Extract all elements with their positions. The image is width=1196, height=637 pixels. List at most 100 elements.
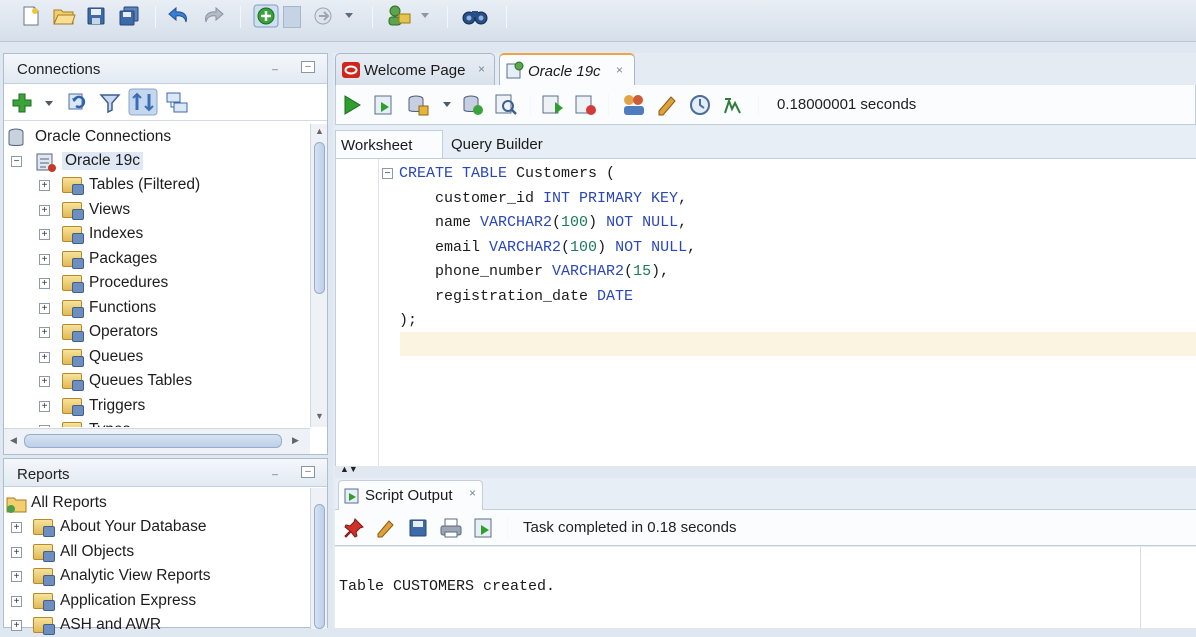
tab-worksheet[interactable]: Worksheet: [335, 130, 443, 158]
print-icon[interactable]: [439, 517, 463, 539]
maximize-button[interactable]: –: [301, 61, 315, 73]
hscroll-thumb[interactable]: [24, 434, 282, 448]
tab-script-output[interactable]: Script Output ×: [338, 480, 483, 510]
collapse-toggle[interactable]: −: [11, 156, 22, 167]
fold-toggle[interactable]: −: [382, 168, 393, 179]
expand-toggle[interactable]: +: [11, 571, 22, 582]
refresh-icon[interactable]: [66, 91, 88, 113]
expand-toggle[interactable]: +: [11, 546, 22, 558]
save-all-icon[interactable]: [117, 5, 141, 27]
scroll-thumb[interactable]: [314, 504, 325, 629]
report-item[interactable]: + ASH and AWR: [4, 614, 310, 637]
dropdown-icon[interactable]: [420, 12, 430, 20]
schema-browser-icon[interactable]: [128, 88, 158, 116]
code-line[interactable]: customer_id INT PRIMARY KEY,: [399, 190, 687, 214]
expand-toggle[interactable]: +: [39, 278, 50, 289]
analyze-icon[interactable]: [721, 93, 745, 117]
code-line[interactable]: );: [399, 312, 417, 336]
connections-icon[interactable]: [165, 91, 189, 115]
clear-icon[interactable]: [621, 93, 647, 117]
tree-root-oracle-connections[interactable]: Oracle Connections: [4, 126, 310, 149]
rollback-icon[interactable]: [461, 93, 485, 117]
run-script-icon[interactable]: [373, 94, 395, 116]
save-icon[interactable]: [407, 517, 429, 539]
add-connection-icon[interactable]: [11, 92, 33, 114]
tree-item[interactable]: + Procedures: [4, 272, 310, 295]
history-icon[interactable]: [655, 93, 679, 117]
report-item[interactable]: + About Your Database: [4, 516, 310, 539]
report-item[interactable]: + Application Express: [4, 590, 310, 613]
expand-toggle[interactable]: +: [39, 180, 50, 191]
tree-item[interactable]: + Triggers: [4, 395, 310, 418]
save-icon[interactable]: [85, 5, 107, 27]
tree-item[interactable]: + Queues Tables: [4, 370, 310, 393]
scroll-up-arrow[interactable]: ▲: [315, 126, 324, 136]
close-tab-icon[interactable]: ×: [616, 63, 623, 77]
tab-oracle-19c[interactable]: Oracle 19c ×: [499, 53, 635, 86]
expand-toggle[interactable]: +: [39, 400, 50, 412]
tree-item[interactable]: + Functions: [4, 297, 310, 320]
report-item[interactable]: + Analytic View Reports: [4, 565, 310, 588]
editor-splitter[interactable]: ▲▼: [335, 464, 1196, 478]
scroll-thumb[interactable]: [314, 142, 325, 294]
dropdown-icon[interactable]: [344, 12, 354, 20]
back-dropdown[interactable]: [283, 6, 301, 28]
code-line[interactable]: name VARCHAR2(100) NOT NULL,: [399, 214, 687, 238]
tree-item[interactable]: + Tables (Filtered): [4, 174, 310, 197]
expand-toggle[interactable]: +: [39, 376, 50, 387]
tree-root-all-reports[interactable]: All Reports: [4, 492, 310, 515]
dropdown-icon[interactable]: [44, 100, 54, 108]
minimize-button[interactable]: _: [268, 466, 282, 478]
maximize-button[interactable]: –: [301, 466, 315, 478]
connections-hscrollbar[interactable]: ◀ ▶: [4, 428, 310, 454]
run-script-icon[interactable]: [473, 517, 495, 539]
scroll-down-arrow[interactable]: ▼: [315, 411, 324, 421]
reports-vscrollbar[interactable]: [310, 488, 327, 629]
tree-item[interactable]: + Packages: [4, 248, 310, 271]
tree-connection-oracle-19c[interactable]: − Oracle 19c: [4, 150, 310, 173]
clear-icon[interactable]: [375, 517, 397, 539]
format-icon[interactable]: [688, 93, 712, 117]
expand-toggle[interactable]: +: [39, 204, 50, 216]
connections-vscrollbar[interactable]: ▲ ▼: [310, 124, 327, 427]
debug-icon[interactable]: [386, 4, 412, 28]
expand-toggle[interactable]: +: [39, 302, 50, 314]
forward-icon[interactable]: [312, 5, 334, 27]
code-line[interactable]: email VARCHAR2(100) NOT NULL,: [399, 239, 696, 263]
new-icon[interactable]: [20, 5, 42, 27]
expand-toggle[interactable]: +: [39, 327, 50, 338]
close-tab-icon[interactable]: ×: [469, 486, 476, 500]
filter-icon[interactable]: [99, 92, 121, 114]
redo-icon[interactable]: [200, 5, 226, 27]
dropdown-icon[interactable]: [442, 101, 452, 109]
back-icon[interactable]: [253, 4, 279, 28]
expand-toggle[interactable]: +: [39, 425, 50, 427]
tree-item[interactable]: + Indexes: [4, 223, 310, 246]
tab-welcome-page[interactable]: Welcome Page ×: [335, 53, 495, 85]
code-line[interactable]: registration_date DATE: [399, 288, 633, 312]
commit-icon[interactable]: [406, 93, 430, 117]
report-item[interactable]: + All Objects: [4, 541, 310, 564]
code-line[interactable]: CREATE TABLE Customers (: [399, 165, 615, 189]
tree-item[interactable]: + Operators: [4, 321, 310, 344]
expand-toggle[interactable]: +: [39, 253, 50, 265]
tab-query-builder[interactable]: Query Builder: [446, 130, 566, 158]
scroll-left-arrow[interactable]: ◀: [10, 435, 17, 446]
script-output-text-area[interactable]: Table CUSTOMERS created.: [335, 547, 1196, 628]
minimize-button[interactable]: _: [268, 61, 282, 73]
expand-toggle[interactable]: +: [11, 595, 22, 607]
tree-item[interactable]: + Views: [4, 199, 310, 222]
expand-toggle[interactable]: +: [39, 229, 50, 240]
pin-icon[interactable]: [343, 517, 365, 539]
expand-toggle[interactable]: +: [39, 351, 50, 363]
undo-icon[interactable]: [166, 5, 192, 27]
open-icon[interactable]: [52, 5, 76, 27]
expand-toggle[interactable]: +: [11, 620, 22, 631]
run-statement-icon[interactable]: [341, 94, 363, 116]
split-arrows-icon[interactable]: ▲▼: [340, 464, 358, 474]
find-binoculars-icon[interactable]: [462, 6, 488, 26]
explain-plan-icon[interactable]: [541, 93, 565, 117]
expand-toggle[interactable]: +: [11, 522, 22, 533]
scroll-right-arrow[interactable]: ▶: [292, 435, 299, 446]
code-line[interactable]: phone_number VARCHAR2(15),: [399, 263, 669, 287]
